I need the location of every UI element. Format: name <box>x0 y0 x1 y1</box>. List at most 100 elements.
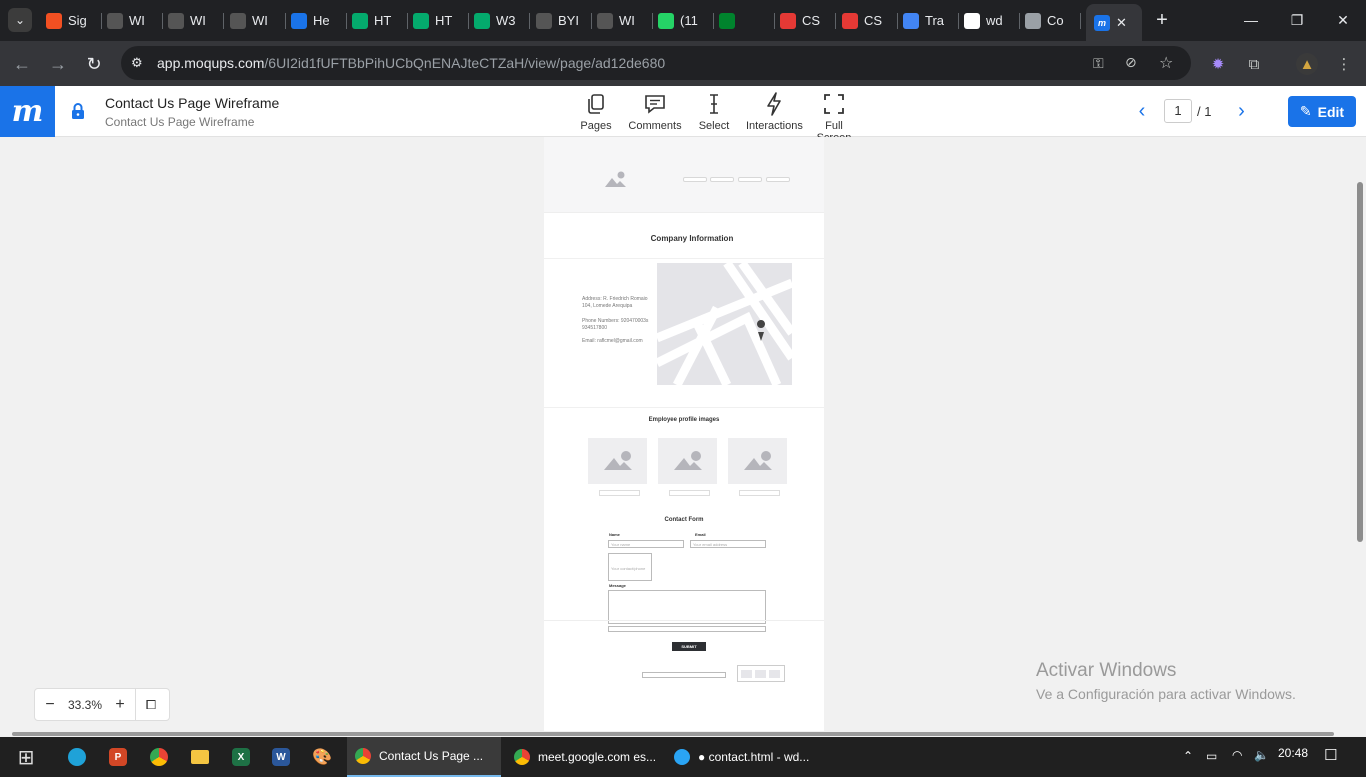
tab-active-moqups[interactable]: m ✕ <box>1086 4 1142 41</box>
browser-tab-strip: ⌄ Sig WI WI WI He HT HT W3 BYI WI (11 CS CS Tra wd Co m… <box>0 0 1366 41</box>
browser-tab-label: BYI <box>558 13 579 28</box>
wf-email-label: Email <box>695 532 706 537</box>
wf-name-label: Name <box>609 532 620 537</box>
wf-nav-item <box>710 177 734 182</box>
edit-button[interactable]: ✎ Edit <box>1288 96 1356 127</box>
globe-icon <box>1025 12 1041 29</box>
key-icon[interactable]: ⚿ <box>1093 55 1104 72</box>
extensions-puzzle-icon[interactable]: ⧉ <box>1243 53 1265 75</box>
volume-icon[interactable]: 🔈 <box>1254 748 1269 762</box>
start-menu-icon[interactable]: ⊞ <box>12 743 40 771</box>
browser-tab[interactable]: HT <box>413 8 463 33</box>
tab-close-icon[interactable]: ✕ <box>1116 15 1127 31</box>
browser-tab[interactable]: BYI <box>536 8 586 33</box>
edge-icon[interactable] <box>63 743 91 771</box>
browser-tab-label: WI <box>190 13 206 28</box>
wf-phone: Phone Numbers: 920470003s 934517800 <box>582 318 649 331</box>
browser-tab-label: WI <box>252 13 268 28</box>
menu-dots-icon[interactable]: ⋮ <box>1333 53 1355 75</box>
fit-to-screen-icon[interactable]: ⧠ <box>136 697 166 713</box>
wf-email-field: Your email address <box>690 540 766 548</box>
reload-button[interactable]: ↻ <box>82 52 106 76</box>
browser-tab[interactable]: HT <box>352 8 402 33</box>
new-tab-button[interactable]: + <box>1150 8 1174 32</box>
microsoft-icon <box>46 12 62 29</box>
tab-separator <box>1080 13 1082 29</box>
word-icon[interactable]: W <box>267 743 295 771</box>
page-number-input[interactable]: 1 <box>1164 99 1192 123</box>
canvas-area[interactable]: Company Information Address: R. Friedric… <box>0 137 1366 731</box>
forward-button[interactable]: → <box>46 52 70 76</box>
file-explorer-icon[interactable] <box>186 743 214 771</box>
tab-search-button[interactable]: ⌄ <box>8 8 32 32</box>
paint-icon[interactable]: 🎨 <box>308 743 336 771</box>
vertical-scroll-thumb[interactable] <box>1357 182 1363 542</box>
image-placeholder-icon <box>674 451 702 470</box>
next-page-icon[interactable]: › <box>1229 100 1253 123</box>
browser-tab[interactable]: CS <box>842 8 892 33</box>
tool-select[interactable]: Select <box>696 92 732 132</box>
wf-social-icon <box>769 670 780 678</box>
browser-tab[interactable]: CS <box>780 8 830 33</box>
browser-tab[interactable]: Sig <box>46 8 96 33</box>
browser-tab[interactable]: WI <box>168 8 218 33</box>
clock[interactable]: 20:48 <box>1278 746 1308 760</box>
url-text[interactable]: app.moqups.com/6UI2id1fUFTBbPihUCbQnENAJ… <box>157 55 665 71</box>
browser-tab[interactable]: He <box>291 8 341 33</box>
wf-divider <box>544 407 824 408</box>
profile-avatar[interactable]: ▲ <box>1296 53 1318 75</box>
horizontal-scroll-thumb[interactable] <box>12 732 1334 736</box>
chrome-icon <box>514 749 530 765</box>
notifications-icon[interactable]: ☐ <box>1324 746 1337 764</box>
browser-tab[interactable]: W3 <box>474 8 524 33</box>
vertical-scrollbar[interactable] <box>1354 137 1366 731</box>
taskbar-window-label: Contact Us Page ... <box>379 749 484 763</box>
tab-separator <box>285 13 287 29</box>
browser-tab[interactable]: Co <box>1025 8 1075 33</box>
browser-tab[interactable] <box>719 8 769 33</box>
byu-icon <box>107 12 123 29</box>
chrome-icon[interactable] <box>145 743 173 771</box>
star-icon[interactable]: ☆ <box>1159 53 1173 73</box>
browser-tab[interactable]: wd <box>964 8 1014 33</box>
browser-tab-label: Tra <box>925 13 945 28</box>
restore-button[interactable]: ❐ <box>1274 8 1320 32</box>
tray-chevron-icon[interactable]: ⌃ <box>1183 749 1193 763</box>
back-button[interactable]: ← <box>10 52 34 76</box>
zoom-in-button[interactable]: + <box>105 696 135 714</box>
meet-icon <box>719 12 735 29</box>
tab-separator <box>162 13 164 29</box>
tool-interactions[interactable]: Interactions <box>746 92 803 132</box>
wf-nav-item <box>738 177 762 182</box>
image-placeholder-icon <box>604 451 632 470</box>
powerpoint-icon[interactable]: P <box>104 743 132 771</box>
tool-comments[interactable]: Comments <box>628 92 682 132</box>
excel-icon[interactable]: X <box>227 743 255 771</box>
byu-icon <box>168 12 184 29</box>
moqups-logo[interactable]: m <box>0 86 55 137</box>
close-window-button[interactable]: ✕ <box>1320 8 1366 32</box>
taskbar-window[interactable]: meet.google.com es... <box>506 737 660 777</box>
browser-tab[interactable]: WI <box>597 8 647 33</box>
extension-gear-icon[interactable]: ✹ <box>1207 53 1229 75</box>
browser-tab-label: W3 <box>496 13 516 28</box>
site-info-icon[interactable]: ⚙ <box>131 55 143 71</box>
browser-tab[interactable]: (11 <box>658 8 708 33</box>
tool-pages[interactable]: Pages <box>578 92 614 132</box>
wf-employee-caption <box>739 490 780 496</box>
minimize-button[interactable]: — <box>1228 8 1274 32</box>
taskbar-window[interactable]: ● contact.html - wd... <box>666 737 820 777</box>
browser-tab[interactable]: WI <box>230 8 280 33</box>
zoom-out-button[interactable]: − <box>35 696 65 714</box>
taskbar-window[interactable]: Contact Us Page ... <box>347 737 501 777</box>
project-title: Contact Us Page Wireframe <box>105 95 280 111</box>
wifi-icon[interactable]: ◠ <box>1232 748 1242 762</box>
eye-off-icon[interactable]: ⊘ <box>1125 54 1137 71</box>
prev-page-icon[interactable]: ‹ <box>1130 100 1154 123</box>
wf-nav-item <box>683 177 707 182</box>
tool-interactions-label: Interactions <box>746 120 803 132</box>
battery-icon[interactable]: ▭ <box>1206 749 1217 763</box>
browser-tab[interactable]: WI <box>107 8 157 33</box>
address-bar[interactable]: ⚙ app.moqups.com/6UI2id1fUFTBbPihUCbQnEN… <box>121 46 1191 80</box>
browser-tab[interactable]: Tra <box>903 8 953 33</box>
